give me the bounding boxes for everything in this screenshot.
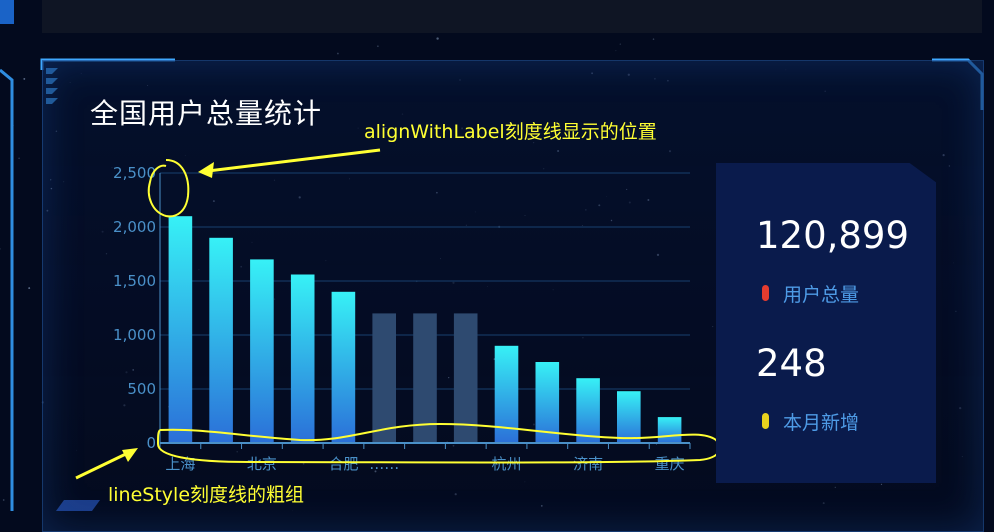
- bar: [168, 216, 193, 443]
- new-users-value: 248: [756, 342, 827, 385]
- y-tick-label: 2,000: [113, 218, 156, 236]
- bar: [209, 237, 233, 443]
- bar: [372, 313, 396, 443]
- bar: [657, 417, 682, 443]
- bar: [617, 391, 641, 443]
- bar: [250, 259, 274, 443]
- bar: [290, 274, 315, 443]
- x-tick-label: 重庆: [655, 455, 685, 473]
- annotation-bottom-text: lineStyle刻度线的粗组: [108, 484, 305, 506]
- stats-box: [716, 163, 936, 483]
- x-axis: 上海 北京 合肥…… 杭州 济南 重庆: [159, 442, 691, 473]
- y-tick-label: 1,500: [113, 272, 156, 290]
- new-users-dot-icon: [762, 413, 769, 429]
- y-tick-label: 1,000: [113, 326, 156, 344]
- x-tick-label: ……: [369, 455, 399, 473]
- x-tick-label: 济南: [573, 455, 603, 473]
- y-tick-label: 0: [146, 434, 156, 452]
- chart-bars: [168, 216, 682, 443]
- bar: [576, 378, 600, 443]
- annotation-arrowhead-top: [198, 162, 214, 178]
- x-tick-label: 杭州: [491, 455, 521, 473]
- total-users-label: 用户总量: [783, 284, 860, 306]
- y-tick-label: 500: [127, 380, 156, 398]
- x-tick-label: 北京: [247, 455, 277, 473]
- bar: [331, 291, 356, 443]
- annotation-arrow-top: [207, 148, 381, 173]
- total-users-dot-icon: [762, 285, 769, 301]
- annotation-top-text: alignWithLabel刻度线显示的位置: [364, 121, 657, 143]
- annotation-arrow-bottom: [75, 450, 131, 480]
- x-tick-label: 合肥: [328, 455, 358, 473]
- total-users-value: 120,899: [756, 214, 910, 257]
- new-users-label: 本月新增: [783, 412, 860, 434]
